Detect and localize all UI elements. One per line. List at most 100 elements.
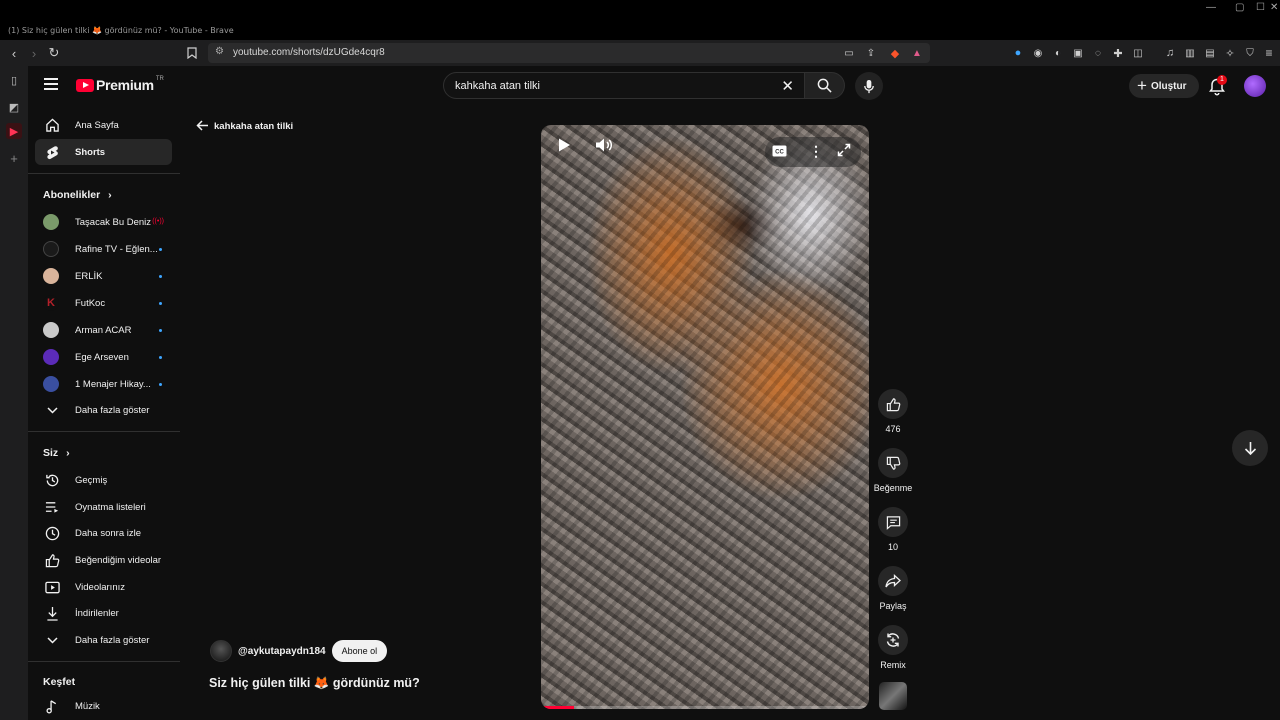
channel-name-link[interactable]: @aykutapaydn184 — [238, 646, 326, 657]
sound-thumbnail[interactable] — [879, 682, 907, 710]
subscribe-button[interactable]: Abone ol — [331, 640, 388, 662]
channel-avatar[interactable] — [210, 640, 232, 662]
volume-icon[interactable] — [595, 137, 613, 153]
sidebar-item-liked-videos[interactable]: Beğendiğim videolar — [35, 547, 172, 573]
sidebar-item-shorts[interactable]: Shorts — [35, 139, 172, 165]
channel-avatar — [43, 214, 59, 230]
sidebar-item-label: Müzik — [75, 700, 100, 712]
subscriptions-heading[interactable]: Abonelikler › — [43, 189, 112, 201]
you-heading[interactable]: Siz › — [43, 447, 70, 459]
sidebar-item-subscription[interactable]: Ege Arseven — [35, 344, 172, 370]
sidebar-toggle-icon[interactable]: ▥ — [1181, 44, 1199, 62]
shorts-icon — [43, 145, 61, 160]
explore-heading: Keşfet — [43, 676, 75, 688]
extensions-puzzle-icon[interactable]: ✚ — [1109, 44, 1127, 62]
sidebar-item-watch-later[interactable]: Daha sonra izle — [35, 520, 172, 546]
sidebar-item-subscription[interactable]: Taşacak Bu Deniz ((•)) — [35, 209, 172, 235]
account-avatar[interactable] — [1244, 75, 1266, 97]
window-titlebar: (1) Siz hiç gülen tilki 🦊 gördünüz mü? -… — [0, 0, 1280, 42]
sidebar-item-subscription[interactable]: K FutKoc — [35, 290, 172, 316]
play-icon[interactable] — [557, 137, 571, 153]
voice-search-button[interactable] — [855, 72, 883, 100]
clear-search-icon[interactable]: ✕ — [781, 77, 794, 95]
show-more-you[interactable]: Daha fazla göster — [35, 627, 172, 653]
video-progress-bar[interactable] — [541, 706, 869, 709]
next-video-button[interactable] — [1232, 430, 1268, 466]
sidebar-item-subscription[interactable]: 1 Menajer Hikay... — [35, 371, 172, 397]
extension-icon[interactable]: ▣ — [1069, 44, 1087, 62]
comment-count: 10 — [887, 542, 898, 552]
sidebar-item-label: Videolarınız — [75, 581, 125, 593]
fullscreen-icon[interactable] — [837, 143, 851, 157]
sidebar-item-subscription[interactable]: ERLİK — [35, 263, 172, 289]
chevron-down-icon — [43, 636, 61, 644]
sidebar-divider — [28, 431, 180, 432]
close-window-icon[interactable]: ✕ — [1270, 2, 1278, 13]
address-bar[interactable]: ⚙ youtube.com/shorts/dzUGde4cqr8 ▭ ⇪ ◆ ▲ — [208, 43, 930, 63]
browser-toolbar: ‹ › ↻ ⚙ youtube.com/shorts/dzUGde4cqr8 ▭… — [0, 40, 1280, 66]
channel-name: Ege Arseven — [75, 351, 129, 363]
brave-rewards-icon[interactable]: ▲ — [908, 44, 926, 62]
sidebar-item-subscription[interactable]: Rafine TV - Eğlen... — [35, 236, 172, 262]
create-button[interactable]: + Oluştur — [1129, 74, 1199, 98]
reload-icon[interactable]: ↻ — [45, 44, 63, 62]
comments-button[interactable] — [878, 507, 908, 537]
sidebar-item-home[interactable]: Ana Sayfa — [35, 112, 172, 138]
maximize-icon[interactable]: ☐ — [1256, 2, 1265, 13]
channel-avatar — [43, 268, 59, 284]
restore-icon[interactable]: ▢ — [1235, 2, 1244, 13]
extension-icon[interactable]: ◉ — [1029, 44, 1047, 62]
brave-shields-icon[interactable]: ◆ — [886, 44, 904, 62]
reading-list-icon[interactable]: ◩ — [6, 99, 22, 115]
extension-icon[interactable]: ◌ — [1089, 44, 1107, 62]
back-to-search-button[interactable]: kahkaha atan tilki — [196, 119, 293, 134]
search-input[interactable]: kahkaha atan tilki ✕ — [443, 72, 805, 99]
sidebar-item-music[interactable]: Müzik — [35, 693, 172, 719]
youtube-pinned-icon[interactable]: ▶ — [6, 123, 22, 139]
menu-icon[interactable]: ≡ — [1260, 44, 1278, 62]
extension-icon[interactable]: ◐ — [1049, 44, 1067, 62]
arrow-left-icon — [196, 119, 209, 134]
leo-ai-icon[interactable]: ✧ — [1221, 44, 1239, 62]
add-panel-icon[interactable]: + — [6, 150, 22, 166]
search-button[interactable] — [805, 72, 845, 99]
more-options-icon[interactable]: ⋮ — [809, 143, 823, 160]
cast-icon[interactable]: ▭ — [840, 44, 858, 62]
extension-icon[interactable]: ● — [1009, 44, 1027, 62]
video-title: Siz hiç gülen tilki 🦊 gördünüz mü? — [209, 676, 420, 690]
dislike-button[interactable] — [878, 448, 908, 478]
wallet-icon[interactable]: ▤ — [1201, 44, 1219, 62]
hamburger-menu-icon[interactable] — [44, 78, 58, 90]
svg-text:CC: CC — [775, 149, 784, 155]
share-page-icon[interactable]: ⇪ — [862, 44, 880, 62]
youtube-premium-logo[interactable]: Premium TR — [76, 76, 164, 93]
notifications-button[interactable]: 1 — [1206, 75, 1228, 97]
vpn-shield-icon[interactable]: ⛉ — [1241, 44, 1259, 62]
media-icon[interactable]: ♫ — [1161, 44, 1179, 62]
sidebar-item-playlists[interactable]: Oynatma listeleri — [35, 494, 172, 520]
new-content-dot — [159, 383, 162, 386]
remix-icon — [886, 633, 900, 647]
liked-videos-icon — [43, 553, 61, 568]
bookmark-icon[interactable] — [183, 44, 201, 62]
site-info-icon[interactable]: ⚙ — [215, 46, 224, 57]
sidebar-panel-icon[interactable]: ▯ — [6, 72, 22, 88]
sidebar-item-downloads[interactable]: İndirilenler — [35, 600, 172, 626]
forward-nav-icon[interactable]: › — [25, 44, 43, 62]
channel-name: 1 Menajer Hikay... — [75, 378, 151, 390]
sidebar-item-history[interactable]: Geçmiş — [35, 467, 172, 493]
captions-icon[interactable]: CC — [772, 145, 787, 157]
screenshot-icon[interactable]: ◫ — [1129, 44, 1147, 62]
channel-name: Arman ACAR — [75, 324, 132, 336]
back-nav-icon[interactable]: ‹ — [5, 44, 23, 62]
plus-icon: + — [1137, 76, 1147, 95]
shorts-video-player[interactable]: CC ⋮ — [541, 125, 869, 709]
minimize-icon[interactable]: — — [1206, 2, 1216, 13]
new-content-dot — [159, 302, 162, 305]
sidebar-item-subscription[interactable]: Arman ACAR — [35, 317, 172, 343]
remix-button[interactable] — [878, 625, 908, 655]
share-button[interactable] — [878, 566, 908, 596]
sidebar-item-your-videos[interactable]: Videolarınız — [35, 574, 172, 600]
like-button[interactable] — [878, 389, 908, 419]
show-more-subscriptions[interactable]: Daha fazla göster — [35, 397, 172, 423]
